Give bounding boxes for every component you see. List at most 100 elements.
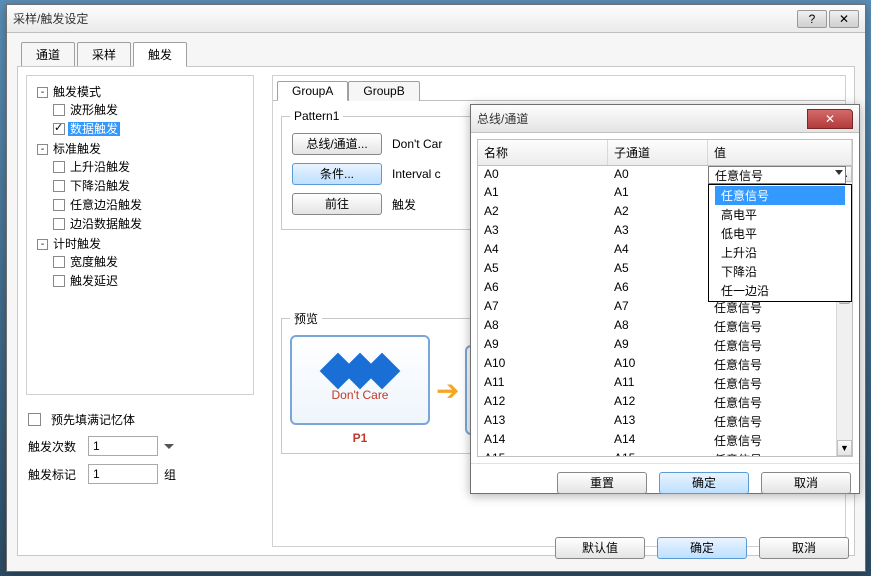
chevron-down-icon[interactable] bbox=[835, 170, 843, 175]
tree-item-label[interactable]: 任意边沿触发 bbox=[68, 198, 144, 212]
table-header: 名称 子通道 值 bbox=[477, 139, 853, 166]
cell-name: A0 bbox=[478, 166, 608, 184]
tree-checkbox[interactable] bbox=[53, 123, 65, 135]
cell-value[interactable]: 任意信号任意信号高电平低电平上升沿下降沿任一边沿 bbox=[708, 166, 852, 184]
expand-icon[interactable]: - bbox=[37, 87, 48, 98]
cell-name: A10 bbox=[478, 355, 608, 374]
main-button-row: 默认值 确定 取消 bbox=[553, 535, 851, 561]
trigger-count-input[interactable] bbox=[88, 436, 158, 456]
tree-panel: -触发模式波形触发数据触发-标准触发上升沿触发下降沿触发任意边沿触发边沿数据触发… bbox=[26, 75, 254, 395]
cell-sub: A7 bbox=[608, 298, 708, 317]
tree-group-label[interactable]: 计时触发 bbox=[51, 237, 103, 251]
trigger-mark-input[interactable] bbox=[88, 464, 158, 484]
ok-button[interactable]: 确定 bbox=[657, 537, 747, 559]
dialog-title: 总线/通道 bbox=[477, 110, 807, 127]
reset-button[interactable]: 重置 bbox=[557, 472, 647, 494]
dialog-close-button[interactable]: ✕ bbox=[807, 109, 853, 129]
col-val-header[interactable]: 值 bbox=[708, 140, 852, 165]
table-row[interactable]: A10A10任意信号 bbox=[478, 355, 852, 374]
combo-option[interactable]: 任意信号 bbox=[715, 186, 845, 205]
pattern-col2c: 触发 bbox=[392, 196, 416, 213]
tree-checkbox[interactable] bbox=[53, 104, 65, 116]
table-row[interactable]: A13A13任意信号 bbox=[478, 412, 852, 431]
table-row[interactable]: A14A14任意信号 bbox=[478, 431, 852, 450]
tree-checkbox[interactable] bbox=[53, 180, 65, 192]
cell-name: A7 bbox=[478, 298, 608, 317]
dialog-titlebar: 总线/通道 ✕ bbox=[471, 105, 859, 133]
table-row[interactable]: A15A15任意信号 bbox=[478, 450, 852, 457]
tree-item-label[interactable]: 下降沿触发 bbox=[68, 179, 132, 193]
cell-value[interactable]: 任意信号 bbox=[708, 431, 852, 450]
cell-sub: A0 bbox=[608, 166, 708, 184]
cell-sub: A1 bbox=[608, 184, 708, 203]
cell-name: A6 bbox=[478, 279, 608, 298]
tab-groupb[interactable]: GroupB bbox=[348, 81, 419, 101]
cell-value[interactable]: 任意信号 bbox=[708, 336, 852, 355]
tree-item-label[interactable]: 触发延迟 bbox=[68, 274, 120, 288]
cancel-button[interactable]: 取消 bbox=[759, 537, 849, 559]
tab-sample[interactable]: 采样 bbox=[77, 42, 131, 67]
col-sub-header[interactable]: 子通道 bbox=[608, 140, 708, 165]
cell-value[interactable]: 任意信号 bbox=[708, 450, 852, 457]
cell-value[interactable]: 任意信号 bbox=[708, 412, 852, 431]
cell-value[interactable]: 任意信号 bbox=[708, 355, 852, 374]
dropdown-icon[interactable] bbox=[164, 444, 174, 449]
table-row[interactable]: A9A9任意信号 bbox=[478, 336, 852, 355]
scroll-down-icon[interactable]: ▼ bbox=[837, 440, 852, 456]
combo-option[interactable]: 下降沿 bbox=[715, 262, 845, 281]
help-button[interactable]: ? bbox=[797, 10, 827, 28]
combo-options: 任意信号高电平低电平上升沿下降沿任一边沿 bbox=[708, 184, 852, 302]
cell-sub: A9 bbox=[608, 336, 708, 355]
bus-channel-button[interactable]: 总线/通道... bbox=[292, 133, 382, 155]
cell-name: A2 bbox=[478, 203, 608, 222]
tree-item-label[interactable]: 上升沿触发 bbox=[68, 160, 132, 174]
expand-icon[interactable]: - bbox=[37, 144, 48, 155]
default-button[interactable]: 默认值 bbox=[555, 537, 645, 559]
dialog-cancel-button[interactable]: 取消 bbox=[761, 472, 851, 494]
pattern-col2b: Interval c bbox=[392, 167, 441, 181]
tree-item-label[interactable]: 宽度触发 bbox=[68, 255, 120, 269]
combo-option[interactable]: 任一边沿 bbox=[715, 281, 845, 300]
condition-button[interactable]: 条件... bbox=[292, 163, 382, 185]
value-combo[interactable]: 任意信号 bbox=[708, 166, 846, 184]
tree-checkbox[interactable] bbox=[53, 161, 65, 173]
cell-name: A4 bbox=[478, 241, 608, 260]
tree-group-label[interactable]: 标准触发 bbox=[51, 142, 103, 156]
tree-item-label[interactable]: 边沿数据触发 bbox=[68, 217, 144, 231]
preview-card[interactable]: Don't Care bbox=[290, 335, 430, 425]
combo-option[interactable]: 上升沿 bbox=[715, 243, 845, 262]
combo-option[interactable]: 高电平 bbox=[715, 205, 845, 224]
tree-checkbox[interactable] bbox=[53, 275, 65, 287]
cell-sub: A8 bbox=[608, 317, 708, 336]
cell-sub: A11 bbox=[608, 374, 708, 393]
table-row[interactable]: A8A8任意信号 bbox=[478, 317, 852, 336]
tab-groupa[interactable]: GroupA bbox=[277, 81, 348, 101]
tree-checkbox[interactable] bbox=[53, 256, 65, 268]
prefill-checkbox[interactable] bbox=[28, 413, 41, 426]
tree-item-label[interactable]: 波形触发 bbox=[68, 103, 120, 117]
cell-value[interactable]: 任意信号 bbox=[708, 374, 852, 393]
tab-channel[interactable]: 通道 bbox=[21, 42, 75, 67]
expand-icon[interactable]: - bbox=[37, 239, 48, 250]
tree-item-label[interactable]: 数据触发 bbox=[68, 122, 120, 136]
cell-value[interactable]: 任意信号 bbox=[708, 317, 852, 336]
col-name-header[interactable]: 名称 bbox=[478, 140, 608, 165]
combo-option[interactable]: 低电平 bbox=[715, 224, 845, 243]
tree-group-label[interactable]: 触发模式 bbox=[51, 85, 103, 99]
goto-button[interactable]: 前往 bbox=[292, 193, 382, 215]
cell-value[interactable]: 任意信号 bbox=[708, 393, 852, 412]
trigger-count-label: 触发次数 bbox=[28, 438, 82, 455]
pattern-col2a: Don't Car bbox=[392, 137, 442, 151]
close-button[interactable]: ✕ bbox=[829, 10, 859, 28]
tab-trigger[interactable]: 触发 bbox=[133, 42, 187, 67]
tree-checkbox[interactable] bbox=[53, 199, 65, 211]
cell-sub: A3 bbox=[608, 222, 708, 241]
dialog-ok-button[interactable]: 确定 bbox=[659, 472, 749, 494]
table-row[interactable]: A12A12任意信号 bbox=[478, 393, 852, 412]
table-row[interactable]: A11A11任意信号 bbox=[478, 374, 852, 393]
table-row[interactable]: A0A0任意信号任意信号高电平低电平上升沿下降沿任一边沿 bbox=[478, 166, 852, 184]
cell-name: A1 bbox=[478, 184, 608, 203]
cell-name: A12 bbox=[478, 393, 608, 412]
tree-checkbox[interactable] bbox=[53, 218, 65, 230]
cell-name: A13 bbox=[478, 412, 608, 431]
